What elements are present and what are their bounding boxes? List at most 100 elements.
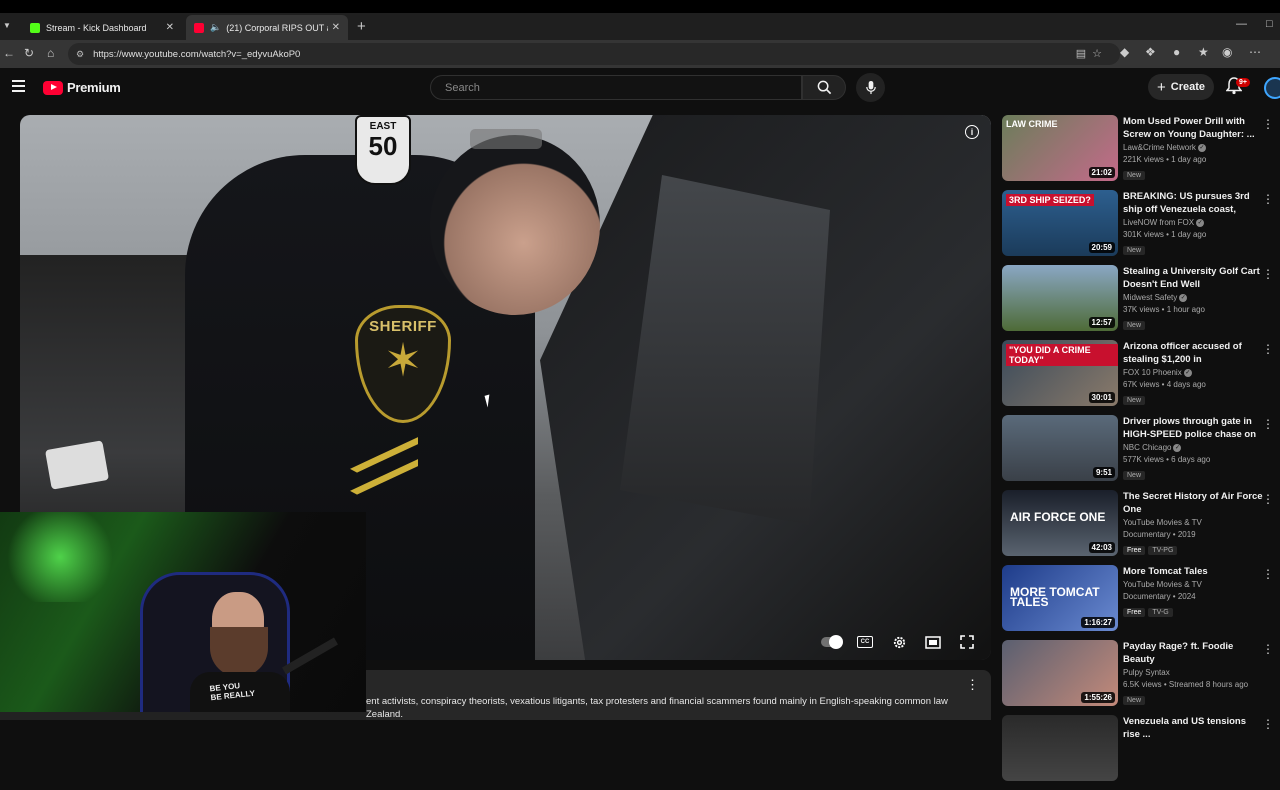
channel-line[interactable]: Pulpy Syntax <box>1123 668 1263 677</box>
recommended-video-item[interactable]: 1:55:26 Payday Rage? ft. Foodie Beauty Pul… <box>1002 640 1280 715</box>
url-field[interactable]: ⚙ https://www.youtube.com/watch?v=_edyvu… <box>68 43 1120 65</box>
minimize-icon[interactable]: — <box>1236 18 1247 30</box>
channel-name[interactable]: YouTube Movies & TV <box>1123 518 1202 527</box>
more-actions-icon[interactable]: ⋮ <box>1262 717 1274 731</box>
recommended-video-item[interactable]: 9:51 Driver plows through gate in HIGH-SP… <box>1002 415 1280 490</box>
channel-line[interactable]: LiveNOW from FOX ✓ <box>1123 218 1263 227</box>
more-actions-icon[interactable]: ⋮ <box>1262 192 1274 206</box>
video-title[interactable]: Stealing a University Golf Cart Doesn't … <box>1123 265 1263 291</box>
officer-head-image <box>430 135 600 315</box>
site-info-icon[interactable]: ⚙ <box>76 49 84 60</box>
video-thumbnail[interactable]: 1:55:26 <box>1002 640 1118 706</box>
channel-line[interactable]: Midwest Safety ✓ <box>1123 293 1263 302</box>
video-thumbnail[interactable]: 9:51 <box>1002 415 1118 481</box>
theater-mode-button[interactable] <box>923 634 943 650</box>
recommended-video-item[interactable]: 3RD SHIP SEIZED? 20:59 BREAKING: US pursue… <box>1002 190 1280 265</box>
video-title[interactable]: Payday Rage? ft. Foodie Beauty <box>1123 640 1263 666</box>
video-thumbnail[interactable]: LAW CRIME 21:02 <box>1002 115 1118 181</box>
tab-kick-dashboard[interactable]: Stream - Kick Dashboard ✕ <box>22 15 182 40</box>
channel-name[interactable]: YouTube Movies & TV <box>1123 580 1202 589</box>
more-actions-icon[interactable]: ⋮ <box>1262 117 1274 131</box>
video-title[interactable]: Mom Used Power Drill with Screw on Young… <box>1123 115 1263 141</box>
channel-line[interactable]: NBC Chicago ✓ <box>1123 443 1263 452</box>
video-stats: 6.5K views • Streamed 8 hours ago <box>1123 680 1249 689</box>
video-thumbnail[interactable]: AIR FORCE ONE 42:03 <box>1002 490 1118 556</box>
close-tab-icon[interactable]: ✕ <box>166 22 174 33</box>
video-stats: Documentary • 2024 <box>1123 592 1196 601</box>
verified-check-icon: ✓ <box>1196 218 1205 227</box>
microphone-icon <box>865 80 876 95</box>
more-options-icon[interactable]: ⋮ <box>966 678 979 691</box>
tab-list-chevron-icon[interactable]: ▼ <box>3 21 11 30</box>
home-icon[interactable]: ⌂ <box>47 46 54 60</box>
more-actions-icon[interactable]: ⋮ <box>1262 342 1274 356</box>
settings-button[interactable] <box>889 634 909 650</box>
new-tab-icon[interactable]: + <box>357 18 366 35</box>
recommended-video-item[interactable]: Venezuela and US tensions rise ... ⋮ <box>1002 715 1280 790</box>
thumbnail-overlay-text: "YOU DID A CRIME TODAY" <box>1006 344 1118 366</box>
close-tab-icon[interactable]: ✕ <box>332 22 340 33</box>
maximize-icon[interactable]: □ <box>1266 18 1273 30</box>
channel-line[interactable]: FOX 10 Phoenix ✓ <box>1123 368 1263 377</box>
reload-icon[interactable]: ↻ <box>24 46 34 60</box>
video-thumbnail[interactable]: 12:57 <box>1002 265 1118 331</box>
video-title[interactable]: Arizona officer accused of stealing $1,2… <box>1123 340 1263 366</box>
channel-name[interactable]: Law&Crime Network <box>1123 143 1196 152</box>
sheriff-star-icon: ✶ <box>383 334 423 386</box>
video-title[interactable]: More Tomcat Tales <box>1123 565 1263 578</box>
video-title[interactable]: Venezuela and US tensions rise ... <box>1123 715 1263 741</box>
corporal-chevrons-icon <box>350 437 418 513</box>
menu-icon[interactable] <box>12 80 25 95</box>
recommended-video-item[interactable]: 12:57 Stealing a University Golf Cart Doe… <box>1002 265 1280 340</box>
more-actions-icon[interactable]: ⋮ <box>1262 492 1274 506</box>
video-title[interactable]: Driver plows through gate in HIGH-SPEED … <box>1123 415 1263 441</box>
voice-search-button[interactable] <box>856 73 885 102</box>
extension-icon[interactable]: ◆ <box>1120 45 1129 59</box>
create-button[interactable]: + Create <box>1148 74 1214 100</box>
channel-name[interactable]: Midwest Safety <box>1123 293 1177 302</box>
youtube-play-icon <box>43 80 63 95</box>
recommended-video-item[interactable]: "YOU DID A CRIME TODAY" 30:01 Arizona offi… <box>1002 340 1280 415</box>
channel-name[interactable]: LiveNOW from FOX <box>1123 218 1194 227</box>
autoplay-toggle[interactable] <box>821 634 843 650</box>
video-info-icon[interactable]: i <box>965 125 979 139</box>
video-thumbnail[interactable]: "YOU DID A CRIME TODAY" 30:01 <box>1002 340 1118 406</box>
speaker-icon[interactable]: 🔈 <box>210 22 221 33</box>
favorites-icon[interactable]: ★ <box>1198 45 1209 59</box>
channel-line[interactable]: Law&Crime Network ✓ <box>1123 143 1263 152</box>
channel-line[interactable]: YouTube Movies & TV <box>1123 580 1263 589</box>
youtube-logo[interactable]: Premium <box>43 80 121 95</box>
gear-icon <box>893 636 905 648</box>
more-actions-icon[interactable]: ⋮ <box>1262 267 1274 281</box>
more-actions-icon[interactable]: ⋮ <box>1262 417 1274 431</box>
search-input[interactable]: Search <box>430 75 802 100</box>
omnibox-icons[interactable]: ▤☆ <box>1076 47 1108 60</box>
video-thumbnail[interactable] <box>1002 715 1118 781</box>
video-meta: BREAKING: US pursues 3rd ship off Venezu… <box>1123 190 1263 265</box>
recommended-video-item[interactable]: LAW CRIME 21:02 Mom Used Power Drill with … <box>1002 115 1280 190</box>
channel-name[interactable]: Pulpy Syntax <box>1123 668 1170 677</box>
video-title[interactable]: BREAKING: US pursues 3rd ship off Venezu… <box>1123 190 1263 216</box>
video-thumbnail[interactable]: MORE TOMCAT TALES 1:16:27 <box>1002 565 1118 631</box>
recommended-video-item[interactable]: MORE TOMCAT TALES 1:16:27 More Tomcat Tale… <box>1002 565 1280 640</box>
video-title[interactable]: The Secret History of Air Force One <box>1123 490 1263 516</box>
browser-menu-icon[interactable]: ⋯ <box>1249 45 1261 59</box>
tab-youtube-video[interactable]: 🔈 (21) Corporal RIPS OUT a Sov ✕ <box>186 15 348 40</box>
recommended-video-item[interactable]: AIR FORCE ONE 42:03 The Secret History of … <box>1002 490 1280 565</box>
video-thumbnail[interactable]: 3RD SHIP SEIZED? 20:59 <box>1002 190 1118 256</box>
fullscreen-button[interactable] <box>957 634 977 650</box>
channel-line[interactable]: YouTube Movies & TV <box>1123 518 1263 527</box>
channel-name[interactable]: FOX 10 Phoenix <box>1123 368 1182 377</box>
extensions-puzzle-icon[interactable]: ❖ <box>1145 45 1156 59</box>
more-actions-icon[interactable]: ⋮ <box>1262 567 1274 581</box>
search-button[interactable] <box>802 75 846 100</box>
channel-name[interactable]: NBC Chicago <box>1123 443 1171 452</box>
profile-extension-icon[interactable]: ● <box>1173 45 1180 59</box>
more-actions-icon[interactable]: ⋮ <box>1262 642 1274 656</box>
back-icon[interactable]: ← <box>3 46 15 60</box>
account-avatar[interactable] <box>1264 77 1280 99</box>
video-description-panel[interactable]: ent activists, conspiracy theorists, vex… <box>366 670 991 720</box>
profile-avatar-icon[interactable]: ◉ <box>1222 45 1232 59</box>
streamer-webcam-overlay: BE YOU BE REALLY <box>0 512 366 720</box>
captions-button[interactable]: CC <box>855 634 875 650</box>
